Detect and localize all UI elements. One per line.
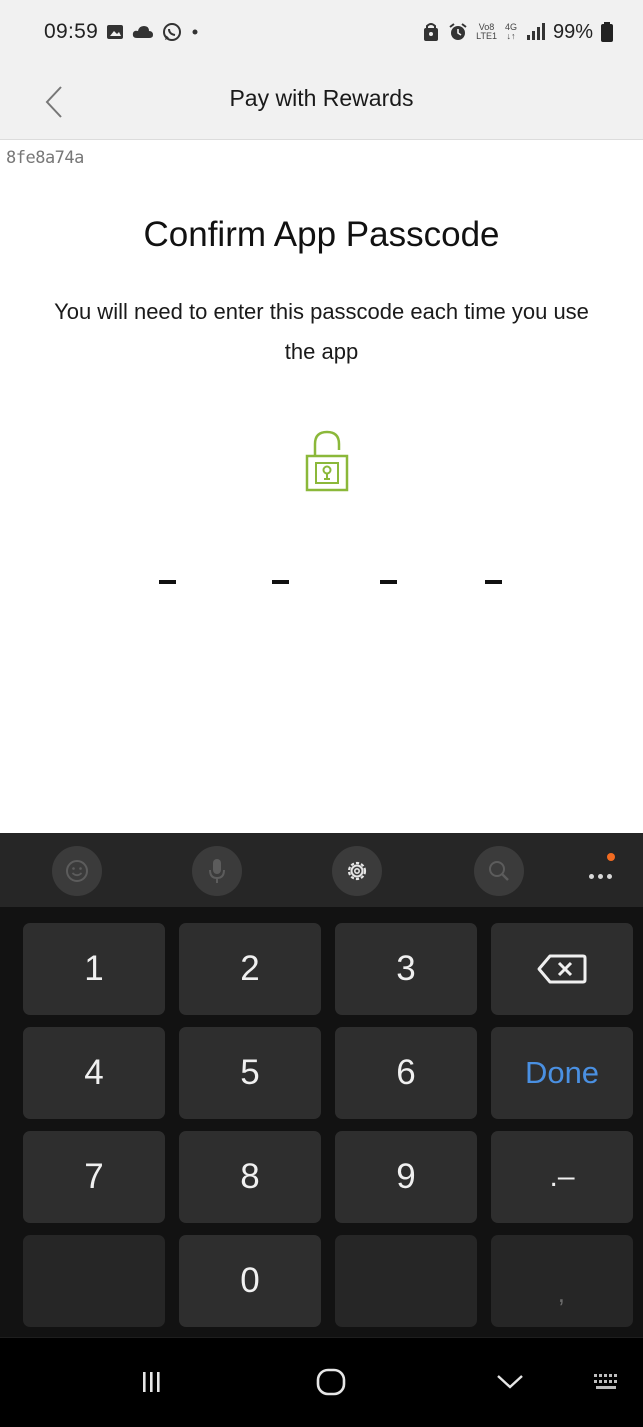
pin-digit-2 <box>272 580 289 584</box>
volte-line2: LTE1 <box>476 31 497 41</box>
more-options-button[interactable] <box>587 853 619 881</box>
battery-icon <box>601 22 613 42</box>
key-4[interactable]: 4 <box>23 1027 165 1119</box>
key-6[interactable]: 6 <box>335 1027 477 1119</box>
notification-dot <box>607 853 615 861</box>
keypad: 1 2 3 4 5 6 Done 7 8 9 .– 0 , <box>0 907 643 1337</box>
app-header: Pay with Rewards <box>0 64 643 140</box>
keyboard-search-button[interactable] <box>474 846 524 896</box>
pin-digit-4 <box>485 580 502 584</box>
key-5[interactable]: 5 <box>179 1027 321 1119</box>
pin-digit-1 <box>159 580 176 584</box>
alarm-icon <box>448 22 468 42</box>
status-bar: 09:59 Vo8 LTE1 4G ↓↑ 99% <box>0 0 643 64</box>
keyboard-toolbar <box>0 833 643 907</box>
gallery-icon <box>106 23 124 41</box>
alarm-lock-icon <box>422 22 440 42</box>
search-icon <box>489 861 509 881</box>
emoji-icon <box>66 860 88 882</box>
volte-icon: Vo8 LTE1 <box>476 23 497 41</box>
empty-key-left <box>23 1235 165 1327</box>
more-dot <box>589 874 594 879</box>
switch-keyboard-button[interactable] <box>577 1360 637 1404</box>
header-title: Pay with Rewards <box>229 85 414 111</box>
settings-icon <box>347 861 367 881</box>
cloud-icon <box>132 24 154 40</box>
empty-key-middle <box>335 1235 477 1327</box>
key-8[interactable]: 8 <box>179 1131 321 1223</box>
microphone-icon <box>209 859 225 883</box>
key-1[interactable]: 1 <box>23 923 165 1015</box>
key-9[interactable]: 9 <box>335 1131 477 1223</box>
pin-entry[interactable] <box>0 560 643 600</box>
pin-digit-3 <box>380 580 397 584</box>
backspace-key[interactable] <box>491 923 633 1015</box>
network-type: 4G <box>504 22 517 32</box>
key-3[interactable]: 3 <box>335 923 477 1015</box>
status-time: 09:59 <box>44 20 99 43</box>
recents-icon <box>143 1372 160 1392</box>
page-title: Confirm App Passcode <box>143 215 500 254</box>
more-dot <box>598 874 603 879</box>
emoji-button[interactable] <box>52 846 102 896</box>
done-key[interactable]: Done <box>491 1027 633 1119</box>
signal-icon <box>525 23 545 41</box>
key-2[interactable]: 2 <box>179 923 321 1015</box>
whatsapp-icon <box>162 22 182 42</box>
period-dash-key[interactable]: .– <box>491 1131 633 1223</box>
status-left: 09:59 <box>44 20 200 44</box>
key-0[interactable]: 0 <box>179 1235 321 1327</box>
more-dot <box>607 874 612 879</box>
comma-key[interactable]: , <box>491 1235 633 1327</box>
hide-keyboard-icon <box>497 1375 523 1389</box>
debug-id: 8fe8a74a <box>6 148 84 168</box>
backspace-icon <box>537 954 587 984</box>
hide-keyboard-button[interactable] <box>480 1360 540 1404</box>
voice-input-button[interactable] <box>192 846 242 896</box>
passcode-instruction: You will need to enter this passcode eac… <box>54 299 589 364</box>
battery-percent: 99% <box>552 20 593 43</box>
dot-icon <box>190 27 200 37</box>
home-button[interactable] <box>301 1360 361 1404</box>
keyboard-icon <box>594 1374 617 1389</box>
home-icon <box>316 1368 346 1396</box>
lock-icon <box>301 428 353 494</box>
system-nav-bar <box>0 1338 643 1427</box>
recents-button[interactable] <box>121 1360 181 1404</box>
4g-icon: 4G ↓↑ <box>504 22 517 41</box>
keyboard-settings-button[interactable] <box>332 846 382 896</box>
key-7[interactable]: 7 <box>23 1131 165 1223</box>
status-right: Vo8 LTE1 4G ↓↑ 99% <box>422 21 613 44</box>
